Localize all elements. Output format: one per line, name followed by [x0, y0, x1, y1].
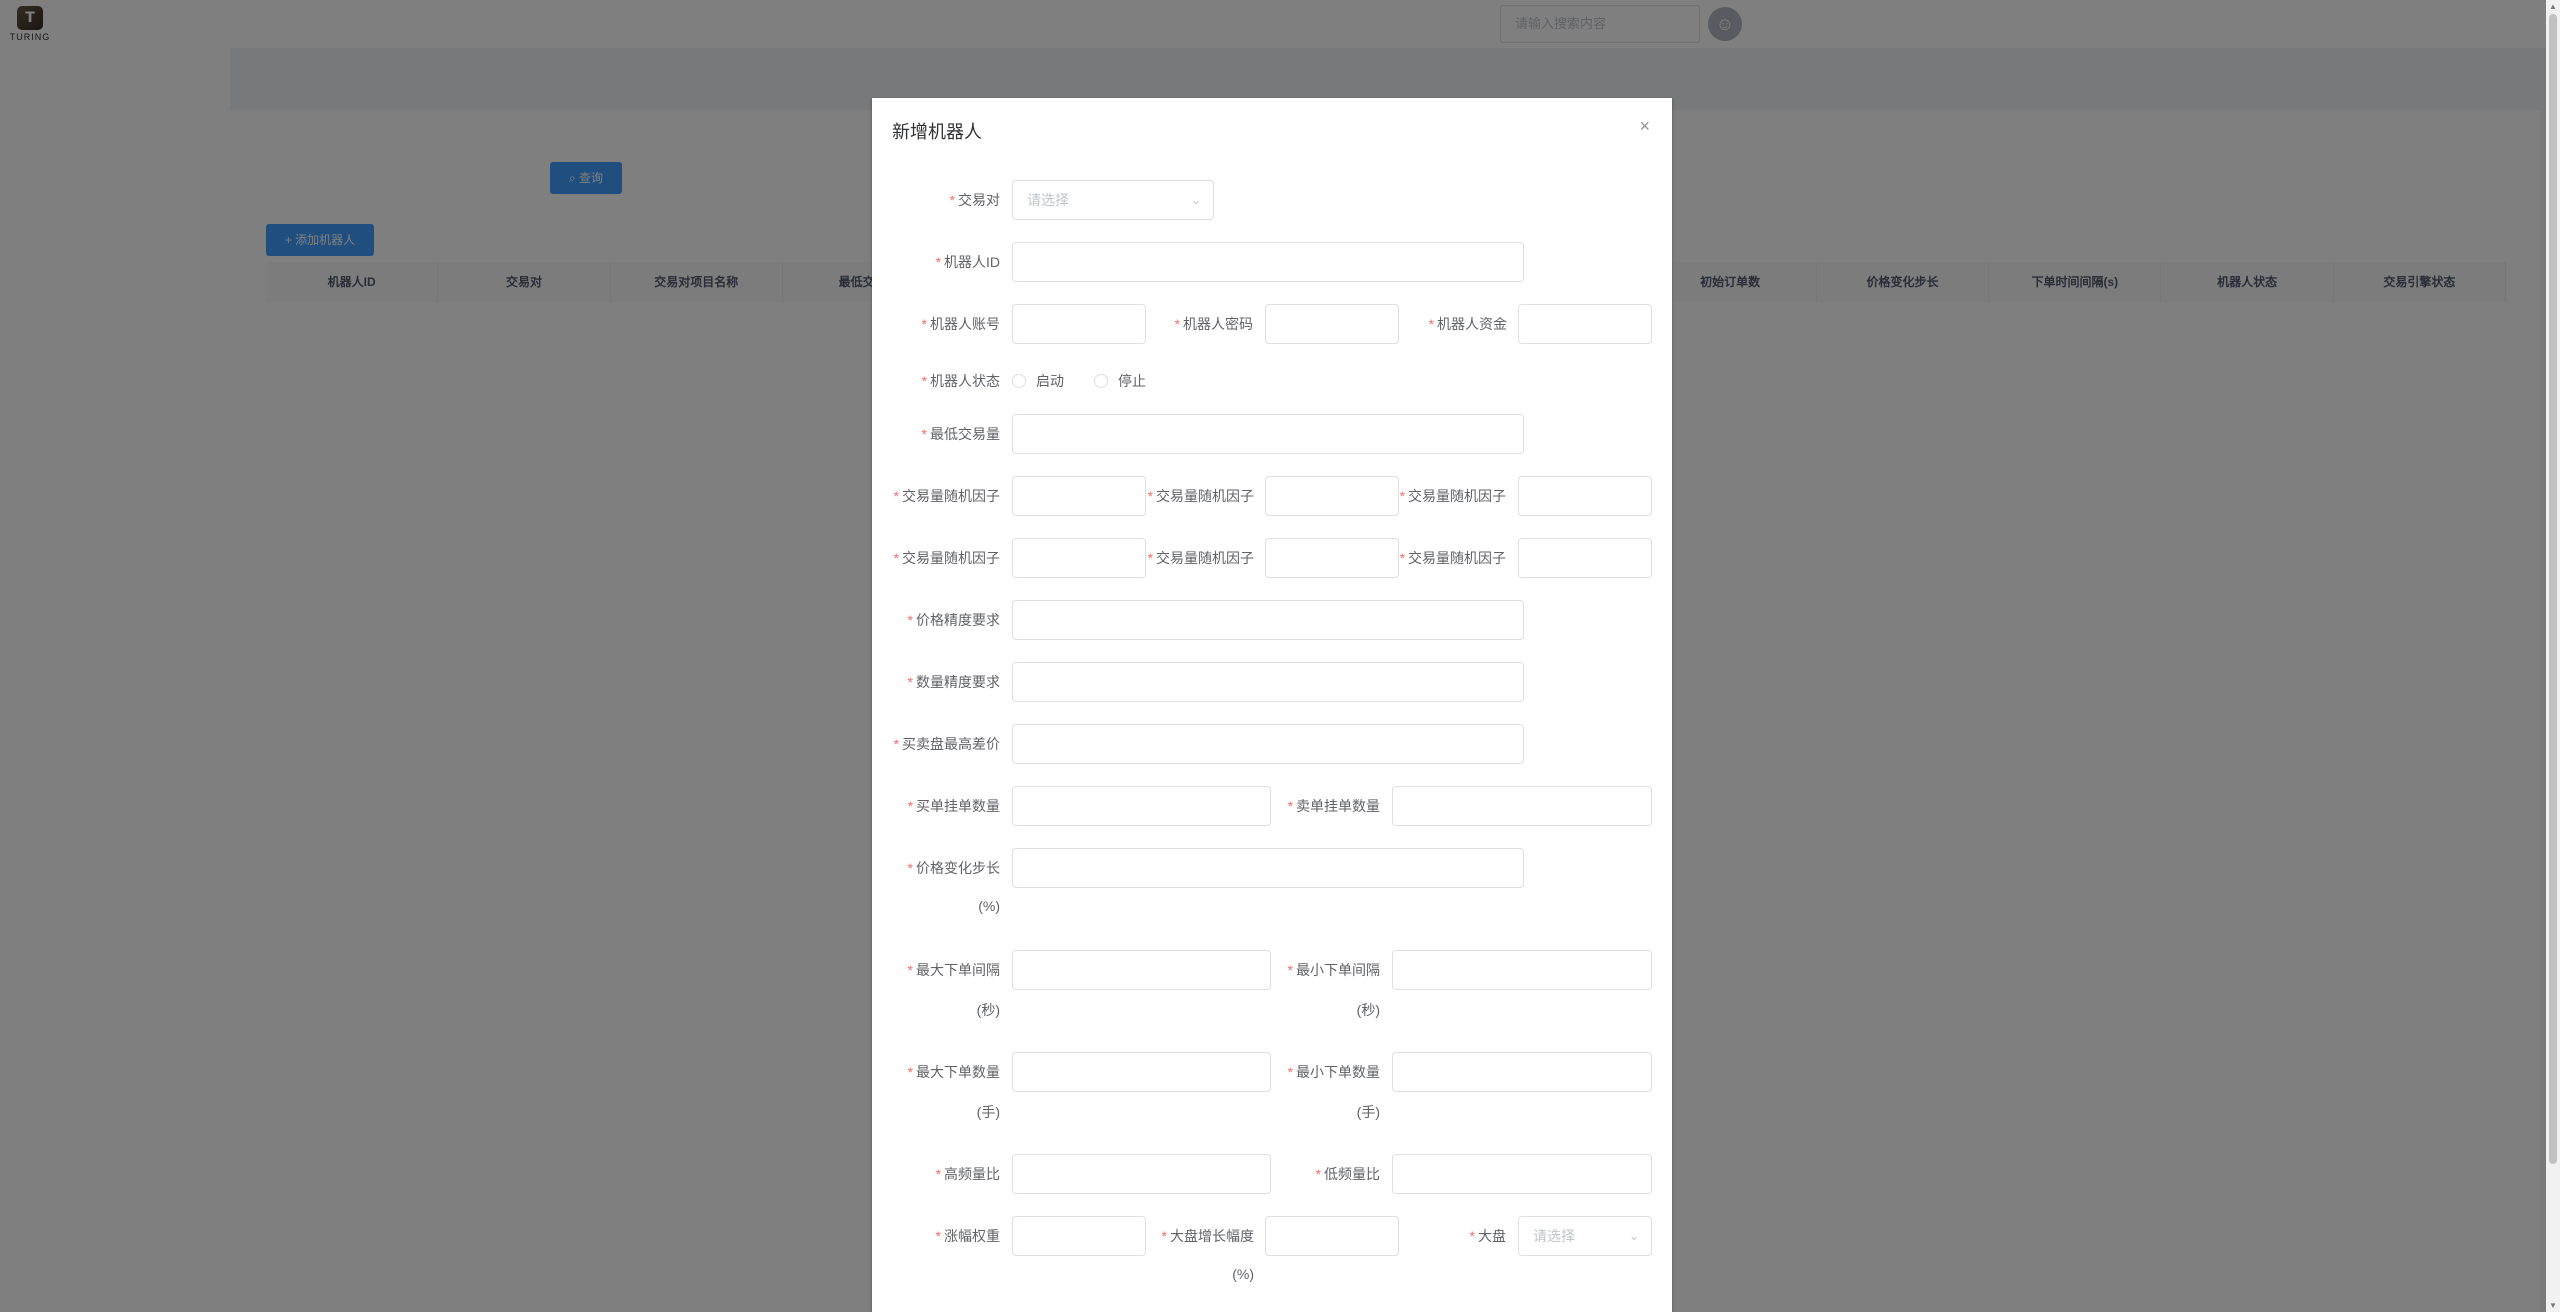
label-high-freq: * 高频量比 — [935, 1166, 1000, 1182]
label-market-growth-unit: (%) — [1232, 1266, 1254, 1282]
trade-pair-select[interactable]: 请选择 ⌄ — [1012, 180, 1214, 220]
label-robot-account: * 机器人账号 — [921, 316, 1000, 332]
label-min-order-qty: * 最小下单数量 — [1287, 1064, 1380, 1080]
label-sell-orders: * 卖单挂单数量 — [1287, 798, 1380, 814]
label-robot-id: * 机器人ID — [935, 254, 1000, 270]
label-volume-factor-1: * 交易量随机因子 — [893, 488, 1000, 504]
label-volume-factor-2: * 交易量随机因子 — [1147, 488, 1254, 504]
robot-account-input[interactable] — [1012, 304, 1146, 344]
volume-factor-input-5[interactable] — [1265, 538, 1399, 578]
rise-weight-input[interactable] — [1012, 1216, 1146, 1256]
label-max-spread: * 买卖盘最高差价 — [893, 736, 1000, 752]
buy-orders-input[interactable] — [1012, 786, 1271, 826]
label-min-interval-unit: (秒) — [1356, 1002, 1380, 1018]
label-max-order-qty-unit: (手) — [976, 1104, 1000, 1120]
label-min-order-qty-unit: (手) — [1356, 1104, 1380, 1120]
close-icon[interactable]: × — [1639, 116, 1650, 137]
min-volume-input[interactable] — [1012, 414, 1524, 454]
low-freq-input[interactable] — [1392, 1154, 1652, 1194]
min-interval-input[interactable] — [1392, 950, 1652, 990]
market-select[interactable]: 请选择 ⌄ — [1518, 1216, 1652, 1256]
max-spread-input[interactable] — [1012, 724, 1524, 764]
label-price-step: * 价格变化步长 — [907, 860, 1000, 876]
label-qty-precision: * 数量精度要求 — [907, 674, 1000, 690]
label-trade-pair: * 交易对 — [949, 192, 1000, 208]
robot-funds-input[interactable] — [1518, 304, 1652, 344]
label-buy-orders: * 买单挂单数量 — [907, 798, 1000, 814]
label-rise-weight: * 涨幅权重 — [935, 1228, 1000, 1244]
min-order-qty-input[interactable] — [1392, 1052, 1652, 1092]
label-volume-factor-4: * 交易量随机因子 — [893, 550, 1000, 566]
robot-password-input[interactable] — [1265, 304, 1399, 344]
robot-id-input[interactable] — [1012, 242, 1524, 282]
label-min-interval: * 最小下单间隔 — [1287, 962, 1380, 978]
label-market-growth: * 大盘增长幅度 — [1161, 1228, 1254, 1244]
scroll-up-arrow-icon[interactable]: ▲ — [2549, 2, 2557, 11]
sell-orders-input[interactable] — [1392, 786, 1652, 826]
label-low-freq: * 低频量比 — [1315, 1166, 1380, 1182]
label-volume-factor-3: * 交易量随机因子 — [1399, 488, 1506, 504]
scroll-down-arrow-icon[interactable]: ▼ — [2549, 1301, 2557, 1310]
page-scrollbar[interactable]: ▲ ▼ — [2546, 0, 2560, 1312]
label-market: * 大盘 — [1469, 1228, 1506, 1244]
status-start-radio[interactable]: 启动 — [1012, 371, 1064, 391]
volume-factor-input-2[interactable] — [1265, 476, 1399, 516]
add-robot-dialog: 新增机器人 × * 交易对 请选择 ⌄ * 机器人ID * 机器人账号 * 机器人密码 *… — [872, 98, 1672, 1312]
price-precision-input[interactable] — [1012, 600, 1524, 640]
status-stop-radio[interactable]: 停止 — [1094, 371, 1146, 391]
volume-factor-input-1[interactable] — [1012, 476, 1146, 516]
label-robot-status: * 机器人状态 — [921, 373, 1000, 389]
max-interval-input[interactable] — [1012, 950, 1271, 990]
label-volume-factor-6: * 交易量随机因子 — [1399, 550, 1506, 566]
dialog-title: 新增机器人 — [892, 122, 982, 142]
label-volume-factor-5: * 交易量随机因子 — [1147, 550, 1254, 566]
volume-factor-input-3[interactable] — [1518, 476, 1652, 516]
label-robot-password: * 机器人密码 — [1174, 316, 1253, 332]
label-price-precision: * 价格精度要求 — [907, 612, 1000, 628]
high-freq-input[interactable] — [1012, 1154, 1271, 1194]
chevron-down-icon: ⌄ — [1628, 1229, 1639, 1243]
scroll-thumb[interactable] — [2549, 14, 2557, 1164]
chevron-down-icon: ⌄ — [1190, 193, 1201, 207]
market-growth-input[interactable] — [1265, 1216, 1399, 1256]
price-step-input[interactable] — [1012, 848, 1524, 888]
label-robot-funds: * 机器人资金 — [1428, 316, 1507, 332]
label-max-interval: * 最大下单间隔 — [907, 962, 1000, 978]
label-max-order-qty: * 最大下单数量 — [907, 1064, 1000, 1080]
label-price-step-unit: (%) — [978, 898, 1000, 914]
volume-factor-input-6[interactable] — [1518, 538, 1652, 578]
label-min-volume: * 最低交易量 — [921, 426, 1000, 442]
label-max-interval-unit: (秒) — [976, 1002, 1000, 1018]
max-order-qty-input[interactable] — [1012, 1052, 1271, 1092]
qty-precision-input[interactable] — [1012, 662, 1524, 702]
volume-factor-input-4[interactable] — [1012, 538, 1146, 578]
